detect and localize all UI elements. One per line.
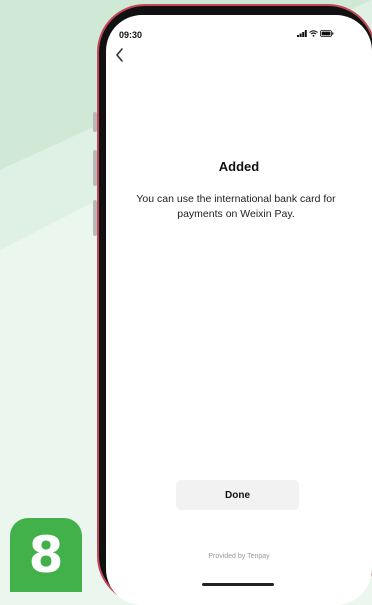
home-indicator[interactable] bbox=[202, 583, 274, 586]
phone-volume-down-button bbox=[93, 200, 97, 236]
phone-screen: 09:30 Added You can use the internationa… bbox=[106, 15, 372, 605]
step-number-badge: 8 bbox=[10, 518, 82, 592]
result-message: You can use the international bank card … bbox=[136, 193, 336, 220]
provided-by-label: Provided by Tenpay bbox=[208, 553, 270, 560]
status-icons bbox=[297, 30, 334, 37]
signal-icon bbox=[297, 30, 307, 37]
wifi-icon bbox=[309, 30, 318, 37]
done-button[interactable]: Done bbox=[176, 480, 299, 510]
battery-icon bbox=[320, 30, 334, 37]
status-time: 09:30 bbox=[119, 30, 143, 40]
back-chevron-icon[interactable] bbox=[113, 46, 127, 64]
result-title: Added bbox=[218, 159, 260, 174]
phone-side-button bbox=[93, 112, 97, 132]
phone-volume-up-button bbox=[93, 150, 97, 186]
